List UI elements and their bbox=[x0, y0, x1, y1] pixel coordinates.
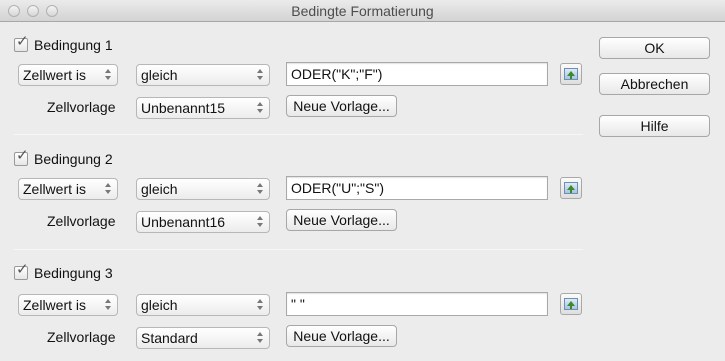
condition-2-operator-select[interactable]: gleich bbox=[136, 178, 270, 200]
condition-3-type-value: Zellwert is bbox=[23, 297, 87, 313]
window-title: Bedingte Formatierung bbox=[291, 3, 434, 19]
updown-arrows-icon bbox=[104, 182, 112, 196]
condition-1-checkbox-row[interactable]: ✓ Bedingung 1 bbox=[14, 34, 113, 54]
condition-2-style-value: Unbenannt16 bbox=[141, 214, 226, 230]
condition-3-title: Bedingung 3 bbox=[34, 265, 113, 281]
updown-arrows-icon bbox=[256, 101, 264, 115]
checkmark-icon: ✓ bbox=[16, 147, 29, 164]
updown-arrows-icon bbox=[256, 331, 264, 345]
condition-2-type-select[interactable]: Zellwert is bbox=[18, 178, 118, 200]
condition-3-checkbox[interactable]: ✓ bbox=[14, 262, 29, 280]
condition-3-style-label: Zellvorlage bbox=[47, 329, 116, 345]
condition-3-type-select[interactable]: Zellwert is bbox=[18, 294, 118, 316]
condition-2-title: Bedingung 2 bbox=[34, 151, 113, 167]
divider bbox=[14, 249, 583, 250]
condition-3-style-select[interactable]: Standard bbox=[136, 327, 270, 349]
condition-2-value-input[interactable]: ODER("U";"S") bbox=[286, 176, 548, 200]
condition-2-new-style-button[interactable]: Neue Vorlage... bbox=[286, 209, 397, 231]
condition-3-operator-value: gleich bbox=[141, 297, 178, 313]
condition-1-style-select[interactable]: Unbenannt15 bbox=[136, 97, 270, 119]
updown-arrows-icon bbox=[256, 215, 264, 229]
ok-button[interactable]: OK bbox=[599, 37, 710, 59]
condition-2-shrink-button[interactable] bbox=[560, 177, 582, 199]
condition-2-operator-value: gleich bbox=[141, 181, 178, 197]
condition-3-style-value: Standard bbox=[141, 330, 198, 346]
checkmark-icon: ✓ bbox=[16, 261, 29, 278]
condition-2-checkbox-row[interactable]: ✓ Bedingung 2 bbox=[14, 148, 113, 168]
condition-3-new-style-button[interactable]: Neue Vorlage... bbox=[286, 325, 397, 347]
title-bar: Bedingte Formatierung bbox=[0, 0, 725, 22]
condition-1-type-value: Zellwert is bbox=[23, 67, 87, 83]
condition-2-style-select[interactable]: Unbenannt16 bbox=[136, 211, 270, 233]
updown-arrows-icon bbox=[104, 68, 112, 82]
condition-3-value-input[interactable]: " " bbox=[286, 292, 548, 316]
condition-1-new-style-button[interactable]: Neue Vorlage... bbox=[286, 95, 397, 117]
cancel-button[interactable]: Abbrechen bbox=[599, 73, 710, 95]
updown-arrows-icon bbox=[256, 182, 264, 196]
condition-1-checkbox[interactable]: ✓ bbox=[14, 34, 29, 52]
condition-1-style-value: Unbenannt15 bbox=[141, 100, 226, 116]
condition-1-value-input[interactable]: ODER("K";"F") bbox=[286, 62, 548, 86]
updown-arrows-icon bbox=[256, 68, 264, 82]
condition-1-operator-value: gleich bbox=[141, 67, 178, 83]
condition-2-checkbox[interactable]: ✓ bbox=[14, 148, 29, 166]
condition-1-title: Bedingung 1 bbox=[34, 37, 113, 53]
condition-2-type-value: Zellwert is bbox=[23, 181, 87, 197]
condition-1-operator-select[interactable]: gleich bbox=[136, 64, 270, 86]
condition-1-type-select[interactable]: Zellwert is bbox=[18, 64, 118, 86]
condition-1-style-label: Zellvorlage bbox=[47, 99, 116, 115]
divider bbox=[14, 134, 583, 135]
dialog-content: ✓ Bedingung 1 Zellwert is gleich ODER("K… bbox=[0, 22, 725, 361]
condition-2-style-label: Zellvorlage bbox=[47, 213, 116, 229]
condition-3-operator-select[interactable]: gleich bbox=[136, 294, 270, 316]
checkmark-icon: ✓ bbox=[16, 33, 29, 50]
updown-arrows-icon bbox=[256, 298, 264, 312]
condition-3-shrink-button[interactable] bbox=[560, 293, 582, 315]
condition-3-checkbox-row[interactable]: ✓ Bedingung 3 bbox=[14, 262, 113, 282]
condition-1-shrink-button[interactable] bbox=[560, 63, 582, 85]
help-button[interactable]: Hilfe bbox=[599, 115, 710, 137]
updown-arrows-icon bbox=[104, 298, 112, 312]
